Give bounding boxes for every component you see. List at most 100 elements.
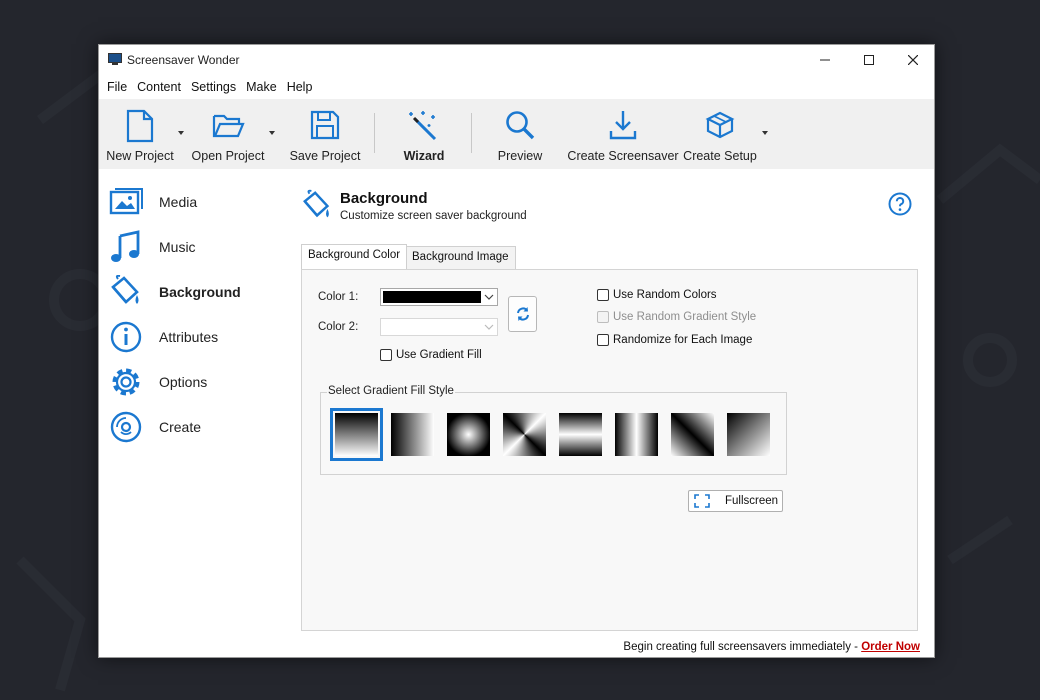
open-project-button[interactable]: Open Project xyxy=(187,99,269,169)
toolbar-separator xyxy=(374,113,375,153)
sidebar-item-label: Media xyxy=(159,194,198,210)
wizard-button[interactable]: Wizard xyxy=(385,99,463,169)
music-icon xyxy=(111,230,140,262)
gradient-style-group: Select Gradient Fill Style xyxy=(320,385,787,475)
new-project-button[interactable]: New Project xyxy=(101,99,179,169)
open-project-dropdown-icon[interactable] xyxy=(268,129,276,137)
toolbar-separator xyxy=(471,113,472,153)
color1-picker[interactable] xyxy=(380,288,498,306)
gear-icon xyxy=(112,368,140,396)
sidebar: Media Music Background Attributes Option… xyxy=(99,169,289,657)
wizard-label: Wizard xyxy=(403,149,445,163)
menu-make[interactable]: Make xyxy=(241,77,282,97)
download-icon xyxy=(609,111,637,140)
close-icon xyxy=(908,55,918,65)
gradient-style-horizontal-center[interactable] xyxy=(559,413,602,456)
color2-picker[interactable] xyxy=(380,318,498,336)
chevron-down-icon xyxy=(484,324,494,330)
sidebar-item-label: Background xyxy=(159,284,241,300)
sidebar-item-create[interactable]: Create xyxy=(109,407,279,447)
close-button[interactable] xyxy=(891,45,935,75)
magnifier-icon xyxy=(506,111,535,140)
use-random-colors-checkbox[interactable]: Use Random Colors xyxy=(597,289,717,301)
gradient-style-horizontal[interactable] xyxy=(391,413,434,456)
toolbar: New Project Open Project Save Project Wi… xyxy=(99,99,934,169)
title-bar: Screensaver Wonder xyxy=(99,45,934,75)
maximize-icon xyxy=(864,55,874,65)
media-icon xyxy=(109,188,143,215)
sidebar-item-label: Attributes xyxy=(159,329,219,345)
sidebar-item-music[interactable]: Music xyxy=(109,227,279,267)
save-project-button[interactable]: Save Project xyxy=(285,99,365,169)
maximize-button[interactable] xyxy=(847,45,891,75)
info-icon xyxy=(110,321,142,353)
sidebar-item-media[interactable]: Media xyxy=(109,182,279,222)
randomize-each-image-checkbox[interactable]: Randomize for Each Image xyxy=(597,334,752,346)
status-bar: Begin creating full screensavers immedia… xyxy=(623,641,920,653)
save-project-label: Save Project xyxy=(289,149,361,163)
sidebar-item-background[interactable]: Background xyxy=(109,272,279,312)
chevron-down-icon xyxy=(484,294,494,300)
new-file-icon xyxy=(126,109,154,143)
create-setup-button[interactable]: Create Setup xyxy=(681,99,759,169)
gradient-style-diagonal[interactable] xyxy=(727,413,770,456)
minimize-button[interactable] xyxy=(803,45,847,75)
gradient-style-vertical[interactable] xyxy=(330,408,383,461)
app-icon xyxy=(108,53,122,65)
sidebar-item-label: Options xyxy=(159,374,208,390)
create-screensaver-label: Create Screensaver xyxy=(567,149,679,163)
menu-file[interactable]: File xyxy=(102,77,132,97)
create-setup-dropdown-icon[interactable] xyxy=(761,129,769,137)
swap-arrows-icon xyxy=(516,307,529,321)
new-project-dropdown-icon[interactable] xyxy=(177,129,185,137)
checkbox-box xyxy=(597,334,609,346)
sidebar-item-attributes[interactable]: Attributes xyxy=(109,317,279,357)
help-icon[interactable] xyxy=(888,192,912,216)
use-gradient-fill-checkbox[interactable]: Use Gradient Fill xyxy=(380,349,482,361)
use-gradient-fill-label: Use Gradient Fill xyxy=(396,349,482,361)
gradient-style-radial[interactable] xyxy=(447,413,490,456)
menu-content[interactable]: Content xyxy=(132,77,186,97)
paint-bucket-icon xyxy=(111,275,139,304)
swap-colors-button[interactable] xyxy=(508,296,537,332)
save-disk-icon xyxy=(310,110,340,140)
gradient-group-label: Select Gradient Fill Style xyxy=(327,385,455,397)
use-random-gradient-style-checkbox[interactable]: Use Random Gradient Style xyxy=(597,311,756,323)
folder-open-icon xyxy=(212,114,245,138)
color1-swatch xyxy=(383,291,481,303)
new-project-label: New Project xyxy=(106,149,174,163)
fullscreen-button[interactable]: Fullscreen xyxy=(688,490,783,512)
tab-background-color[interactable]: Background Color xyxy=(301,244,408,269)
create-setup-label: Create Setup xyxy=(683,149,757,163)
fullscreen-icon xyxy=(694,494,710,508)
checkbox-box xyxy=(597,311,609,323)
menu-bar: File Content Settings Make Help xyxy=(99,75,934,99)
fullscreen-label: Fullscreen xyxy=(725,495,779,507)
randomize-each-image-label: Randomize for Each Image xyxy=(613,334,753,346)
magic-wand-icon xyxy=(409,111,437,141)
checkbox-box xyxy=(380,349,392,361)
sidebar-item-options[interactable]: Options xyxy=(109,362,279,402)
app-window: Screensaver Wonder File Content Settings… xyxy=(98,44,935,658)
tab-background-image[interactable]: Background Image xyxy=(405,246,516,269)
page-subtitle: Customize screen saver background xyxy=(340,210,527,222)
use-random-colors-label: Use Random Colors xyxy=(613,289,717,301)
open-project-label: Open Project xyxy=(191,149,265,163)
sidebar-item-label: Music xyxy=(159,239,196,255)
menu-settings[interactable]: Settings xyxy=(186,77,241,97)
gradient-style-diamond[interactable] xyxy=(503,413,546,456)
create-screensaver-button[interactable]: Create Screensaver xyxy=(567,99,679,169)
page-title: Background xyxy=(340,190,428,207)
gradient-style-diagonal-center[interactable] xyxy=(671,413,714,456)
checkbox-box xyxy=(597,289,609,301)
color1-label: Color 1: xyxy=(318,291,359,303)
gradient-style-vertical-center[interactable] xyxy=(615,413,658,456)
preview-label: Preview xyxy=(497,149,543,163)
order-now-link[interactable]: Order Now xyxy=(861,641,920,653)
color2-label: Color 2: xyxy=(318,321,359,333)
background-color-tab-panel: Color 1: Color 2: Use Gradient Fill Use … xyxy=(301,269,918,631)
status-text: Begin creating full screensavers immedia… xyxy=(623,641,862,653)
background-panel: Background Customize screen saver backgr… xyxy=(299,169,935,657)
preview-button[interactable]: Preview xyxy=(483,99,557,169)
menu-help[interactable]: Help xyxy=(282,77,318,97)
